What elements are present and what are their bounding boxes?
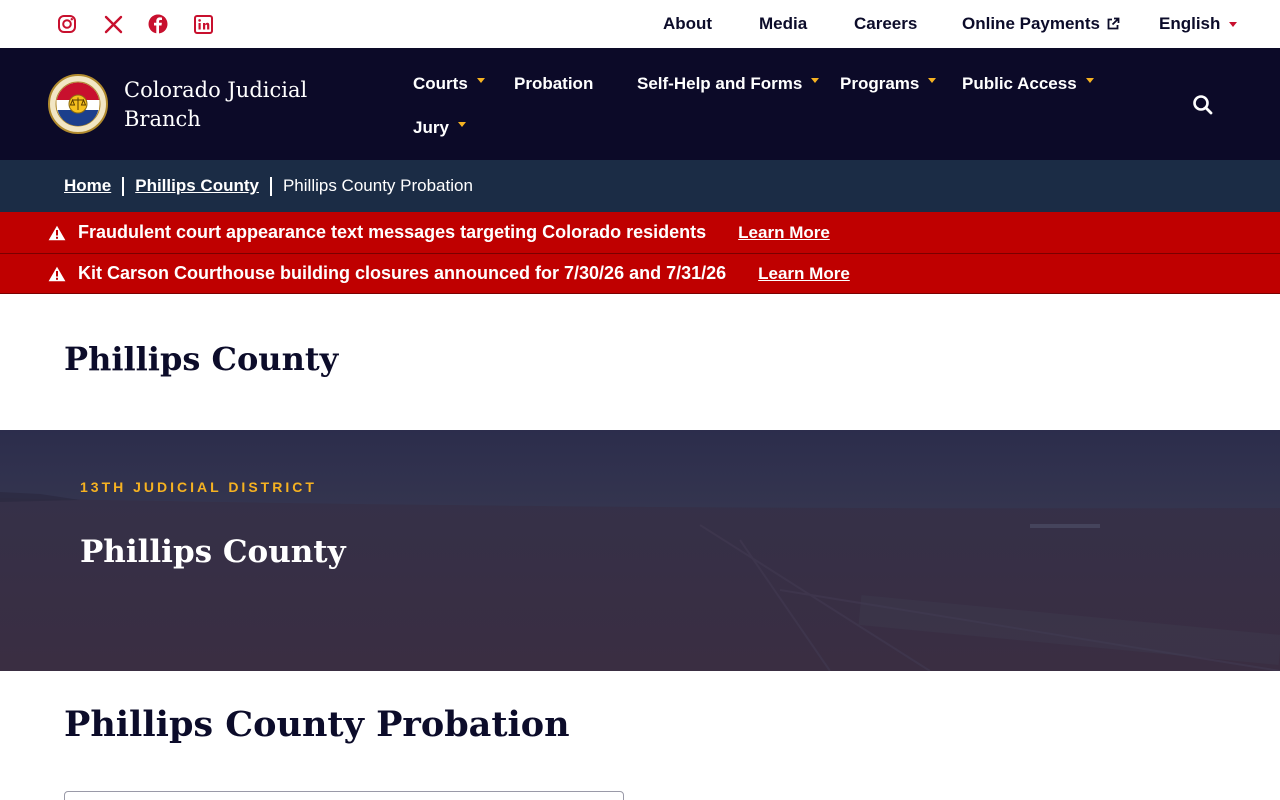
nav-probation-label: Probation — [514, 74, 594, 93]
instagram-icon[interactable] — [55, 12, 79, 36]
nav-jury[interactable]: Jury — [413, 118, 466, 138]
nav-courts-label: Courts — [413, 74, 468, 93]
breadcrumb-separator — [122, 176, 125, 196]
brand-line-2: Branch — [124, 107, 201, 131]
nav-self-help-label: Self-Help and Forms — [637, 74, 803, 93]
chevron-down-icon — [476, 77, 485, 83]
media-label: Media — [759, 14, 808, 33]
about-label: About — [663, 14, 713, 33]
chevron-down-icon — [928, 77, 937, 83]
alert-message: Fraudulent court appearance text message… — [78, 222, 707, 242]
alert-learn-more-link[interactable]: Learn More — [738, 223, 830, 243]
section-title: Phillips County Probation — [64, 704, 570, 745]
warning-icon — [48, 266, 66, 281]
language-label: English — [1159, 14, 1221, 33]
colorado-courts-seal-logo[interactable] — [48, 74, 108, 134]
breadcrumb-county[interactable]: Phillips County — [135, 176, 259, 196]
online-payments-label: Online Payments — [962, 14, 1100, 33]
breadcrumb-separator — [269, 176, 272, 196]
nav-jury-label: Jury — [413, 118, 449, 137]
nav-probation[interactable]: Probation — [514, 74, 593, 94]
nav-public-access-label: Public Access — [962, 74, 1077, 93]
nav-programs[interactable]: Programs — [840, 74, 937, 94]
main-nav: Colorado Judicial Branch Courts Probatio… — [0, 48, 1280, 160]
breadcrumb-home[interactable]: Home — [64, 176, 111, 196]
chevron-down-icon — [1085, 77, 1094, 83]
x-icon[interactable] — [101, 12, 125, 36]
linkedin-icon[interactable] — [191, 12, 215, 36]
breadcrumb: Home Phillips County Phillips County Pro… — [0, 160, 1280, 212]
media-link[interactable]: Media — [759, 14, 807, 34]
page-title: Phillips County — [64, 340, 339, 378]
warning-icon — [48, 225, 66, 240]
external-link-icon — [1107, 17, 1120, 30]
language-select[interactable]: English — [1159, 14, 1238, 34]
content-card — [64, 791, 624, 800]
chevron-down-icon — [811, 77, 820, 83]
nav-self-help[interactable]: Self-Help and Forms — [637, 74, 820, 94]
chevron-down-icon — [1229, 22, 1238, 27]
facebook-icon[interactable] — [146, 12, 170, 36]
chevron-down-icon — [457, 121, 466, 127]
careers-label: Careers — [854, 14, 918, 33]
about-link[interactable]: About — [663, 14, 712, 34]
alert-message: Kit Carson Courthouse building closures … — [78, 263, 727, 283]
search-icon[interactable] — [1190, 92, 1216, 118]
alert-learn-more-link[interactable]: Learn More — [758, 264, 850, 284]
hero-title: Phillips County — [80, 534, 346, 570]
careers-link[interactable]: Careers — [854, 14, 917, 34]
utility-bar: About Media Careers Online Payments Engl… — [0, 0, 1280, 48]
hero-banner: 13TH JUDICIAL DISTRICT Phillips County — [0, 430, 1280, 671]
breadcrumb-current: Phillips County Probation — [282, 176, 473, 195]
brand-line-1: Colorado Judicial — [124, 78, 308, 102]
nav-courts[interactable]: Courts — [413, 74, 485, 94]
alert-banner: Kit Carson Courthouse building closures … — [0, 253, 1280, 294]
hero-eyebrow: 13TH JUDICIAL DISTRICT — [80, 479, 317, 495]
nav-public-access[interactable]: Public Access — [962, 74, 1094, 94]
alert-banner: Fraudulent court appearance text message… — [0, 212, 1280, 253]
online-payments-link[interactable]: Online Payments — [962, 14, 1120, 34]
brand-name[interactable]: Colorado Judicial Branch — [124, 76, 354, 134]
nav-programs-label: Programs — [840, 74, 920, 93]
